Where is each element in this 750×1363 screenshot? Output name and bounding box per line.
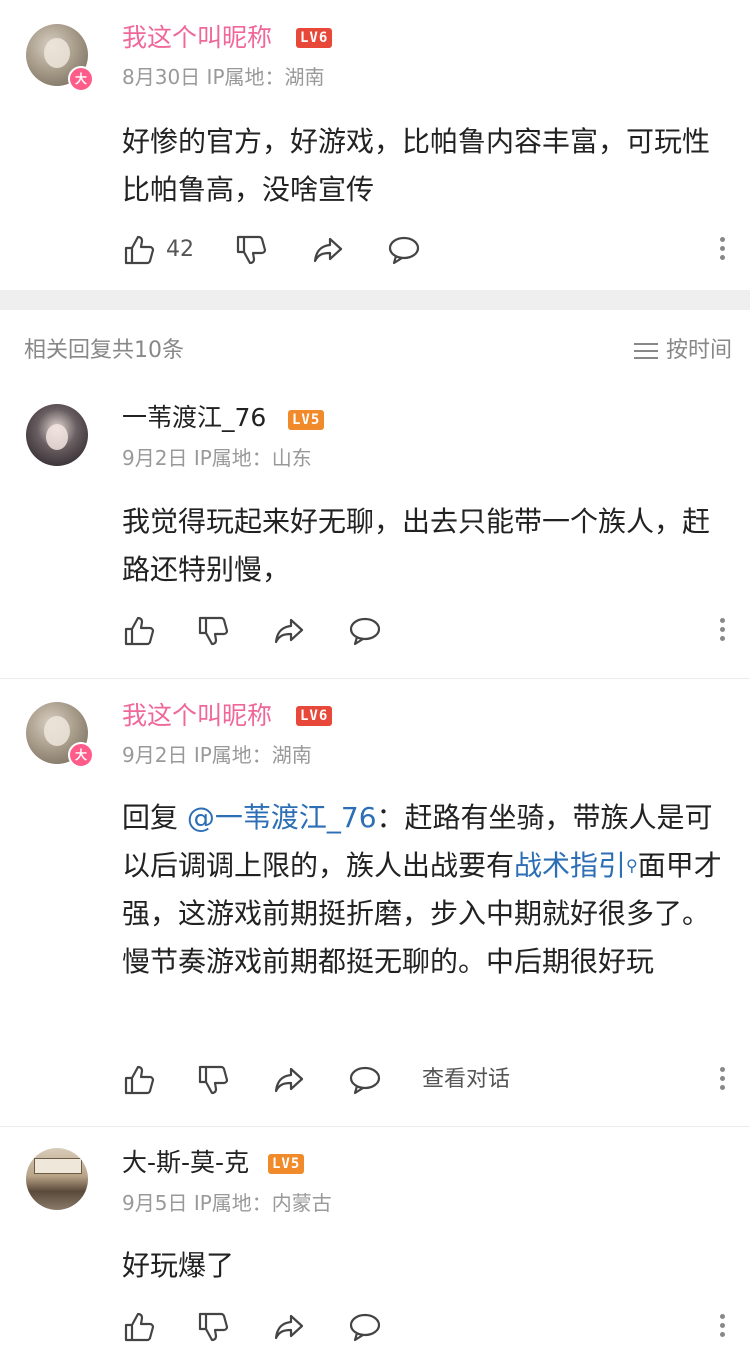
like-button[interactable] [122,1063,156,1097]
reply-divider [0,1126,750,1127]
avatar[interactable] [26,1148,88,1210]
reply-divider [0,678,750,679]
comment-actions [122,614,422,650]
thumbs-down-icon [236,235,267,265]
share-button[interactable] [272,614,306,648]
section-divider [0,290,750,310]
more-icon[interactable] [718,614,726,648]
comment-actions [122,1310,422,1346]
username[interactable]: 我这个叫昵称 [122,701,272,731]
comment-text: 我觉得玩起来好无聊，出去只能带一个族人，赶路还特别慢， [122,505,711,586]
thumbs-up-icon [124,1065,155,1095]
username[interactable]: 一苇渡江_76 [122,403,266,433]
like-count: 42 [166,237,194,262]
avatar[interactable] [26,404,88,466]
comment-button[interactable] [348,614,382,648]
ip-location: IP属地：湖南 [193,743,312,767]
like-button[interactable] [122,1310,156,1344]
comment-icon [349,1066,381,1095]
comment-button[interactable] [348,1310,382,1344]
sort-icon [633,338,658,364]
reply-prefix: 回复 [122,801,187,834]
dislike-button[interactable] [196,614,230,648]
thumbs-down-icon [198,1312,229,1342]
replies-count-title: 相关回复共10条 [24,338,184,363]
comment-actions: 查看对话 [122,1063,542,1099]
share-icon [274,618,304,644]
more-icon[interactable] [718,233,726,267]
share-icon [274,1067,304,1093]
comment-icon [388,236,420,265]
share-button[interactable] [272,1063,306,1097]
comment-meta: 9月5日 IP属地：内蒙古 [122,1190,332,1216]
comment-text: 回复 @一苇渡江_76：赶路有坐骑，带族人是可以后调调上限的，族人出战要有战术指… [122,794,724,986]
comment-date: 9月2日 [122,743,188,767]
dislike-button[interactable] [196,1310,230,1344]
share-button[interactable] [272,1310,306,1344]
ip-location: IP属地：内蒙古 [193,1191,332,1215]
thumbs-up-icon [124,616,155,646]
share-icon [274,1314,304,1340]
like-button[interactable] [122,233,156,267]
comment-date: 9月2日 [122,446,188,470]
search-term-link[interactable]: 战术指引 [514,849,626,882]
thumbs-down-icon [198,1065,229,1095]
comment-icon [349,617,381,646]
dislike-button[interactable] [196,1063,230,1097]
comment-meta: 9月2日 IP属地：山东 [122,445,312,471]
username[interactable]: 大-斯-莫-克 [122,1148,249,1178]
thumbs-up-icon [124,235,155,265]
level-badge: LV5 [268,1154,305,1174]
comment-text: 好惨的官方，好游戏，比帕鲁内容丰富，可玩性比帕鲁高，没啥宣传 [122,125,711,206]
more-icon[interactable] [718,1310,726,1344]
comment-button[interactable] [387,233,421,267]
verified-badge: 大 [68,742,94,768]
thumbs-up-icon [124,1312,155,1342]
ip-location: IP属地：山东 [193,446,312,470]
share-icon [313,237,343,263]
level-badge: LV5 [288,410,325,430]
like-button[interactable] [122,614,156,648]
level-badge: LV6 [296,28,333,48]
username[interactable]: 我这个叫昵称 [122,23,272,53]
comment-meta: 8月30日 IP属地：湖南 [122,64,325,90]
sort-button[interactable]: 按时间 [633,332,732,364]
sort-label: 按时间 [665,338,732,363]
search-icon[interactable]: ⚲ [626,856,638,875]
comment-text: 好玩爆了 [122,1249,235,1282]
comment-actions: 42 [122,233,728,269]
more-icon[interactable] [718,1063,726,1097]
comment-button[interactable] [348,1063,382,1097]
user-mention-link[interactable]: @一苇渡江_76 [187,801,377,834]
ip-location: IP属地：湖南 [206,65,325,89]
verified-badge: 大 [68,66,94,92]
share-button[interactable] [311,233,345,267]
comment-date: 8月30日 [122,65,201,89]
comment-date: 9月5日 [122,1191,188,1215]
view-thread-link[interactable]: 查看对话 [422,1063,510,1097]
comment-meta: 9月2日 IP属地：湖南 [122,742,312,768]
thumbs-down-icon [198,616,229,646]
dislike-button[interactable] [234,233,268,267]
level-badge: LV6 [296,706,333,726]
comment-icon [349,1313,381,1342]
